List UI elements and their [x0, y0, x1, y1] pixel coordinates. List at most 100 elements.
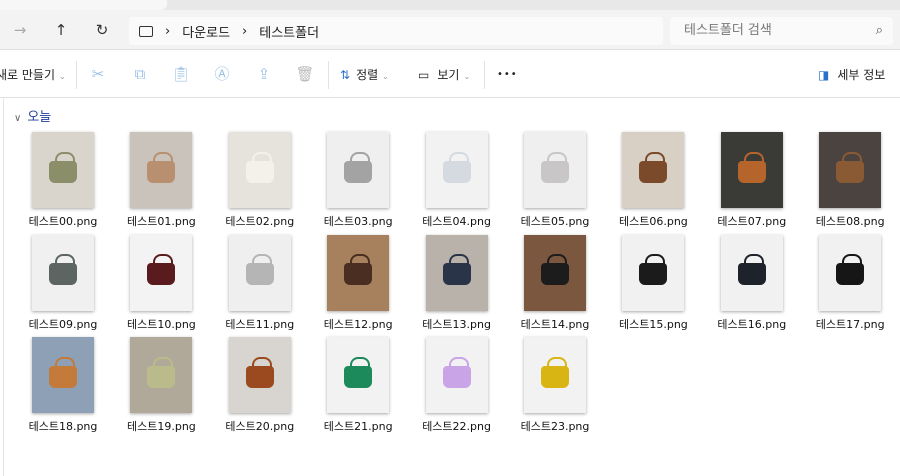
copy-icon[interactable]: ⧉	[130, 64, 150, 84]
image-thumbnail	[327, 234, 390, 311]
new-label: 새로 만들기	[0, 68, 56, 82]
forward-button[interactable]: →	[10, 20, 30, 40]
file-item[interactable]: 테스트21.png	[309, 337, 407, 434]
bag-image	[442, 151, 471, 183]
file-name: 테스트11.png	[225, 317, 295, 331]
sort-icon: ⇅	[340, 68, 351, 82]
file-item[interactable]: 테스트07.png	[703, 132, 801, 229]
file-item[interactable]: 테스트13.png	[408, 234, 506, 332]
image-thumbnail	[819, 234, 882, 311]
delete-icon[interactable]: 🗑︎	[295, 64, 315, 84]
group-header-today[interactable]: ∨ 오늘	[14, 106, 51, 125]
image-thumbnail	[425, 132, 488, 208]
view-button[interactable]: ▭ 보기 ⌄	[418, 65, 470, 85]
navigation-pane-edge	[3, 98, 4, 476]
file-item[interactable]: 테스트02.png	[211, 132, 309, 229]
bag-image	[737, 254, 766, 286]
chevron-down-icon: ⌄	[382, 72, 389, 81]
file-item[interactable]: 테스트10.png	[112, 234, 210, 332]
image-thumbnail	[720, 132, 783, 208]
search-placeholder: 테스트폴더 검색	[684, 23, 772, 38]
search-icon[interactable]: ⌕	[876, 17, 883, 45]
new-button[interactable]: 새로 만들기 ⌄	[0, 65, 66, 85]
file-name: 테스트23.png	[520, 420, 590, 433]
file-item[interactable]: 테스트20.png	[211, 337, 309, 434]
share-icon[interactable]: ⇪	[254, 64, 274, 84]
image-thumbnail	[425, 234, 488, 311]
file-item[interactable]: 테스트18.png	[14, 337, 112, 434]
bag-image	[442, 356, 471, 388]
file-name: 테스트09.png	[28, 317, 98, 331]
file-item[interactable]: 테스트00.png	[14, 132, 112, 229]
divider	[76, 61, 77, 89]
file-name: 테스트04.png	[422, 215, 491, 228]
breadcrumb-test-folder[interactable]: 테스트폴더	[259, 22, 319, 41]
file-item[interactable]: 테스트17.png	[801, 234, 899, 332]
bag-image	[836, 151, 865, 183]
bag-image	[639, 254, 668, 286]
file-name: 테스트13.png	[422, 317, 491, 331]
file-name: 테스트00.png	[28, 215, 98, 228]
file-item[interactable]: 테스트14.png	[506, 234, 604, 332]
bag-image	[245, 254, 274, 286]
chevron-right-icon[interactable]: ›	[165, 24, 170, 39]
image-thumbnail	[327, 132, 390, 208]
bag-image	[344, 254, 373, 286]
divider	[484, 61, 485, 89]
file-name: 테스트14.png	[520, 317, 590, 331]
divider	[328, 61, 329, 89]
image-thumbnail	[130, 132, 193, 208]
bag-image	[442, 254, 471, 286]
image-thumbnail	[524, 132, 586, 208]
more-options-button[interactable]: •••	[497, 65, 518, 85]
refresh-button[interactable]: ↻	[92, 20, 112, 40]
up-button[interactable]: ↑	[51, 20, 71, 40]
file-item[interactable]: 테스트06.png	[604, 132, 702, 229]
image-thumbnail	[130, 234, 193, 311]
chevron-right-icon[interactable]: ›	[242, 24, 247, 39]
command-bar: 새로 만들기 ⌄ ✂ ⧉ 📋︎ Ⓐ ⇪ 🗑︎ ⇅ 정렬 ⌄ ▭ 보기 ⌄ ••• ◨ 세부 …	[0, 51, 900, 98]
file-name: 테스트02.png	[225, 215, 295, 228]
rename-icon[interactable]: Ⓐ	[212, 64, 232, 84]
file-name: 테스트16.png	[717, 317, 787, 331]
bag-image	[245, 151, 274, 183]
file-item[interactable]: 테스트11.png	[211, 234, 309, 332]
file-item[interactable]: 테스트04.png	[408, 132, 506, 229]
image-thumbnail	[130, 337, 193, 413]
address-bar[interactable]: › 다운로드 › 테스트폴더	[129, 17, 663, 45]
file-item[interactable]: 테스트01.png	[112, 132, 210, 229]
file-item[interactable]: 테스트03.png	[309, 132, 407, 229]
image-thumbnail	[425, 337, 488, 413]
breadcrumb-downloads[interactable]: 다운로드	[182, 22, 230, 41]
file-item[interactable]: 테스트15.png	[604, 234, 702, 332]
file-name: 테스트21.png	[323, 420, 393, 433]
file-name: 테스트10.png	[126, 317, 196, 331]
bag-image	[344, 356, 373, 388]
cut-icon[interactable]: ✂	[88, 64, 108, 84]
paste-icon[interactable]: 📋︎	[171, 64, 191, 84]
file-item[interactable]: 테스트09.png	[14, 234, 112, 332]
image-thumbnail	[524, 234, 586, 311]
image-thumbnail	[819, 132, 882, 208]
file-item[interactable]: 테스트16.png	[703, 234, 801, 332]
file-item[interactable]: 테스트23.png	[506, 337, 604, 434]
active-tab[interactable]	[0, 0, 167, 10]
file-item[interactable]: 테스트08.png	[801, 132, 899, 229]
file-name: 테스트12.png	[323, 317, 393, 331]
bag-image	[49, 151, 77, 183]
sort-label: 정렬	[356, 68, 379, 82]
computer-icon[interactable]	[139, 25, 153, 37]
file-item[interactable]: 테스트22.png	[408, 337, 506, 434]
file-name: 테스트17.png	[815, 317, 885, 331]
file-name: 테스트05.png	[520, 215, 590, 228]
file-item[interactable]: 테스트19.png	[112, 337, 210, 434]
file-name: 테스트08.png	[815, 215, 885, 228]
file-item[interactable]: 테스트05.png	[506, 132, 604, 229]
details-button[interactable]: ◨ 세부 정보	[818, 65, 885, 85]
file-item[interactable]: 테스트12.png	[309, 234, 407, 332]
bag-image	[541, 151, 569, 183]
search-input[interactable]: 테스트폴더 검색 ⌕	[670, 17, 893, 45]
details-pane-icon: ◨	[818, 68, 830, 82]
sort-button[interactable]: ⇅ 정렬 ⌄	[340, 65, 389, 85]
group-label: 오늘	[27, 110, 52, 125]
